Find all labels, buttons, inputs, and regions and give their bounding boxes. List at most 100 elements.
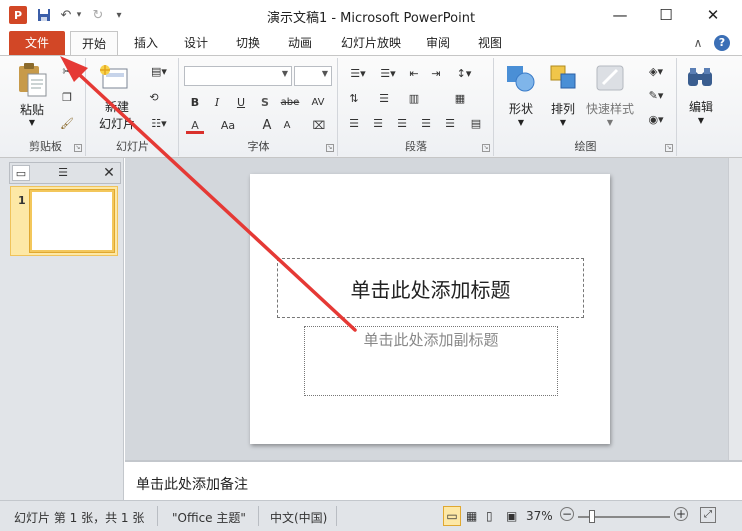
drawing-launcher-icon[interactable]: ↘ [665,144,673,152]
tab-slideshow[interactable]: 幻灯片放映 [334,31,408,55]
tab-file[interactable]: 文件 [9,31,65,55]
smartart-icon[interactable]: ▦ [451,91,469,107]
italic-button[interactable]: I [208,95,226,111]
minimize-button[interactable]: — [597,0,643,30]
tab-animations[interactable]: 动画 [280,31,320,55]
maximize-button[interactable]: ☐ [643,0,689,30]
tab-view[interactable]: 视图 [470,31,510,55]
copy-icon[interactable]: ❐ [58,90,76,106]
underline-button[interactable]: U [232,95,250,111]
shapes-dropdown-icon[interactable]: ▼ [501,118,541,127]
help-icon[interactable]: ? [714,35,730,51]
shapes-label[interactable]: 形状 [501,100,541,117]
paste-label[interactable]: 粘贴 [16,101,48,118]
arrange-dropdown-icon[interactable]: ▼ [543,118,583,127]
status-bar: 幻灯片 第 1 张，共 1 张 "Office 主题" 中文(中国) ▭ ▦ ▯… [0,500,742,531]
decrease-indent-icon[interactable]: ⇤ [405,66,423,82]
arrange-label[interactable]: 排列 [543,100,583,117]
character-spacing-button[interactable]: AV [306,95,330,111]
font-size-combo[interactable]: ▼ [294,66,332,86]
slideshow-view-icon[interactable]: ▣ [506,509,517,523]
arrange-icon[interactable] [549,64,579,95]
vertical-scrollbar[interactable] [728,158,742,460]
outline-tab-icon[interactable]: ☰ [54,165,72,181]
align-center-icon[interactable]: ☰ [369,116,387,132]
distribute-icon[interactable]: ☰ [441,116,459,132]
paste-dropdown-icon[interactable]: ▼ [16,118,48,127]
layout-icon[interactable]: ▤▾ [145,64,173,80]
format-painter-icon[interactable]: 🖌 [58,116,76,132]
slide-sorter-view-icon[interactable]: ▦ [466,509,477,523]
bold-button[interactable]: B [186,95,204,111]
theme-status[interactable]: "Office 主题" [172,509,246,526]
slides-group-label: 幻灯片 [116,140,149,153]
font-launcher-icon[interactable]: ↘ [326,144,334,152]
shape-outline-icon[interactable]: ✎▾ [643,88,669,104]
zoom-level[interactable]: 37% [526,509,553,523]
title-bar: P ↶ ▾ ↻ ▾ 演示文稿1 - Microsoft PowerPoint —… [0,0,742,30]
slide-canvas[interactable]: 单击此处添加标题 单击此处添加副标题 [250,174,610,444]
shapes-icon[interactable] [505,64,535,95]
zoom-out-icon[interactable]: − [560,507,574,521]
line-spacing-icon[interactable]: ↕▾ [451,66,477,82]
tab-review[interactable]: 审阅 [418,31,458,55]
tab-transitions[interactable]: 切换 [228,31,268,55]
quick-styles-icon[interactable] [595,64,625,95]
change-case-button[interactable]: Aa [216,118,240,134]
text-direction-icon[interactable]: ⇅ [345,91,363,107]
align-text-icon[interactable]: ☰ [375,91,393,107]
new-slide-icon[interactable] [99,64,129,93]
cut-icon[interactable]: ✂ [58,64,76,80]
font-family-combo[interactable]: ▼ [184,66,292,86]
numbering-icon[interactable]: ☰▾ [375,66,401,82]
new-slide-label-1[interactable]: 新建 [97,98,137,115]
clipboard-launcher-icon[interactable]: ↘ [74,144,82,152]
increase-indent-icon[interactable]: ⇥ [427,66,445,82]
columns-icon[interactable]: ▥ [405,91,423,107]
editing-label[interactable]: 编辑 [680,98,722,115]
editing-dropdown-icon[interactable]: ▼ [680,116,722,125]
quick-styles-dropdown-icon[interactable]: ▼ [583,118,637,127]
reset-icon[interactable]: ⟲ [145,90,163,106]
tab-home[interactable]: 开始 [70,31,118,55]
title-placeholder[interactable]: 单击此处添加标题 [277,258,584,318]
binoculars-icon[interactable] [686,66,714,91]
close-button[interactable]: ✕ [690,0,736,30]
shape-fill-icon[interactable]: ◈▾ [643,64,669,80]
reading-view-icon[interactable]: ▯ [486,509,493,523]
columns-dropdown-icon[interactable]: ▤ [467,116,485,132]
notes-placeholder[interactable]: 单击此处添加备注 [136,474,248,494]
zoom-in-icon[interactable]: + [674,507,688,521]
shrink-font-button[interactable]: A [278,118,296,134]
align-left-icon[interactable]: ☰ [345,116,363,132]
paragraph-launcher-icon[interactable]: ↘ [482,144,490,152]
notes-pane[interactable]: 单击此处添加备注 [125,460,742,500]
font-color-button[interactable]: A [186,118,204,134]
zoom-slider-thumb[interactable] [589,510,595,523]
paste-icon[interactable] [16,62,48,101]
clear-formatting-icon[interactable]: ⌧ [310,118,328,134]
tab-design[interactable]: 设计 [176,31,216,55]
grow-font-button[interactable]: A [258,118,276,134]
fit-to-window-icon[interactable]: ⤢ [700,507,716,523]
tab-insert[interactable]: 插入 [126,31,166,55]
normal-view-icon[interactable]: ▭ [443,506,461,526]
drawing-group: 形状 ▼ 排列 ▼ 快速样式 ▼ ◈▾ ✎▾ ◉▾ 绘图 ↘ [495,58,677,156]
shape-effects-icon[interactable]: ◉▾ [643,112,669,128]
slides-tab-icon[interactable]: ▭ [12,165,30,181]
panel-close-icon[interactable]: ✕ [100,165,118,181]
paragraph-group-label: 段落 [405,140,427,153]
subtitle-placeholder[interactable]: 单击此处添加副标题 [304,326,558,396]
shadow-button[interactable]: S [256,95,274,111]
justify-icon[interactable]: ☰ [417,116,435,132]
align-right-icon[interactable]: ☰ [393,116,411,132]
quick-styles-label[interactable]: 快速样式 [583,100,637,117]
editing-group: 编辑 ▼ [678,58,724,156]
language-status[interactable]: 中文(中国) [270,509,327,526]
new-slide-label-2[interactable]: 幻灯片 [93,115,141,132]
section-icon[interactable]: ☷▾ [145,116,173,132]
collapse-ribbon-icon[interactable]: ∧ [690,31,706,55]
slide-thumbnail[interactable] [29,189,115,253]
bullets-icon[interactable]: ☰▾ [345,66,371,82]
strikethrough-button[interactable]: abe [278,95,302,111]
